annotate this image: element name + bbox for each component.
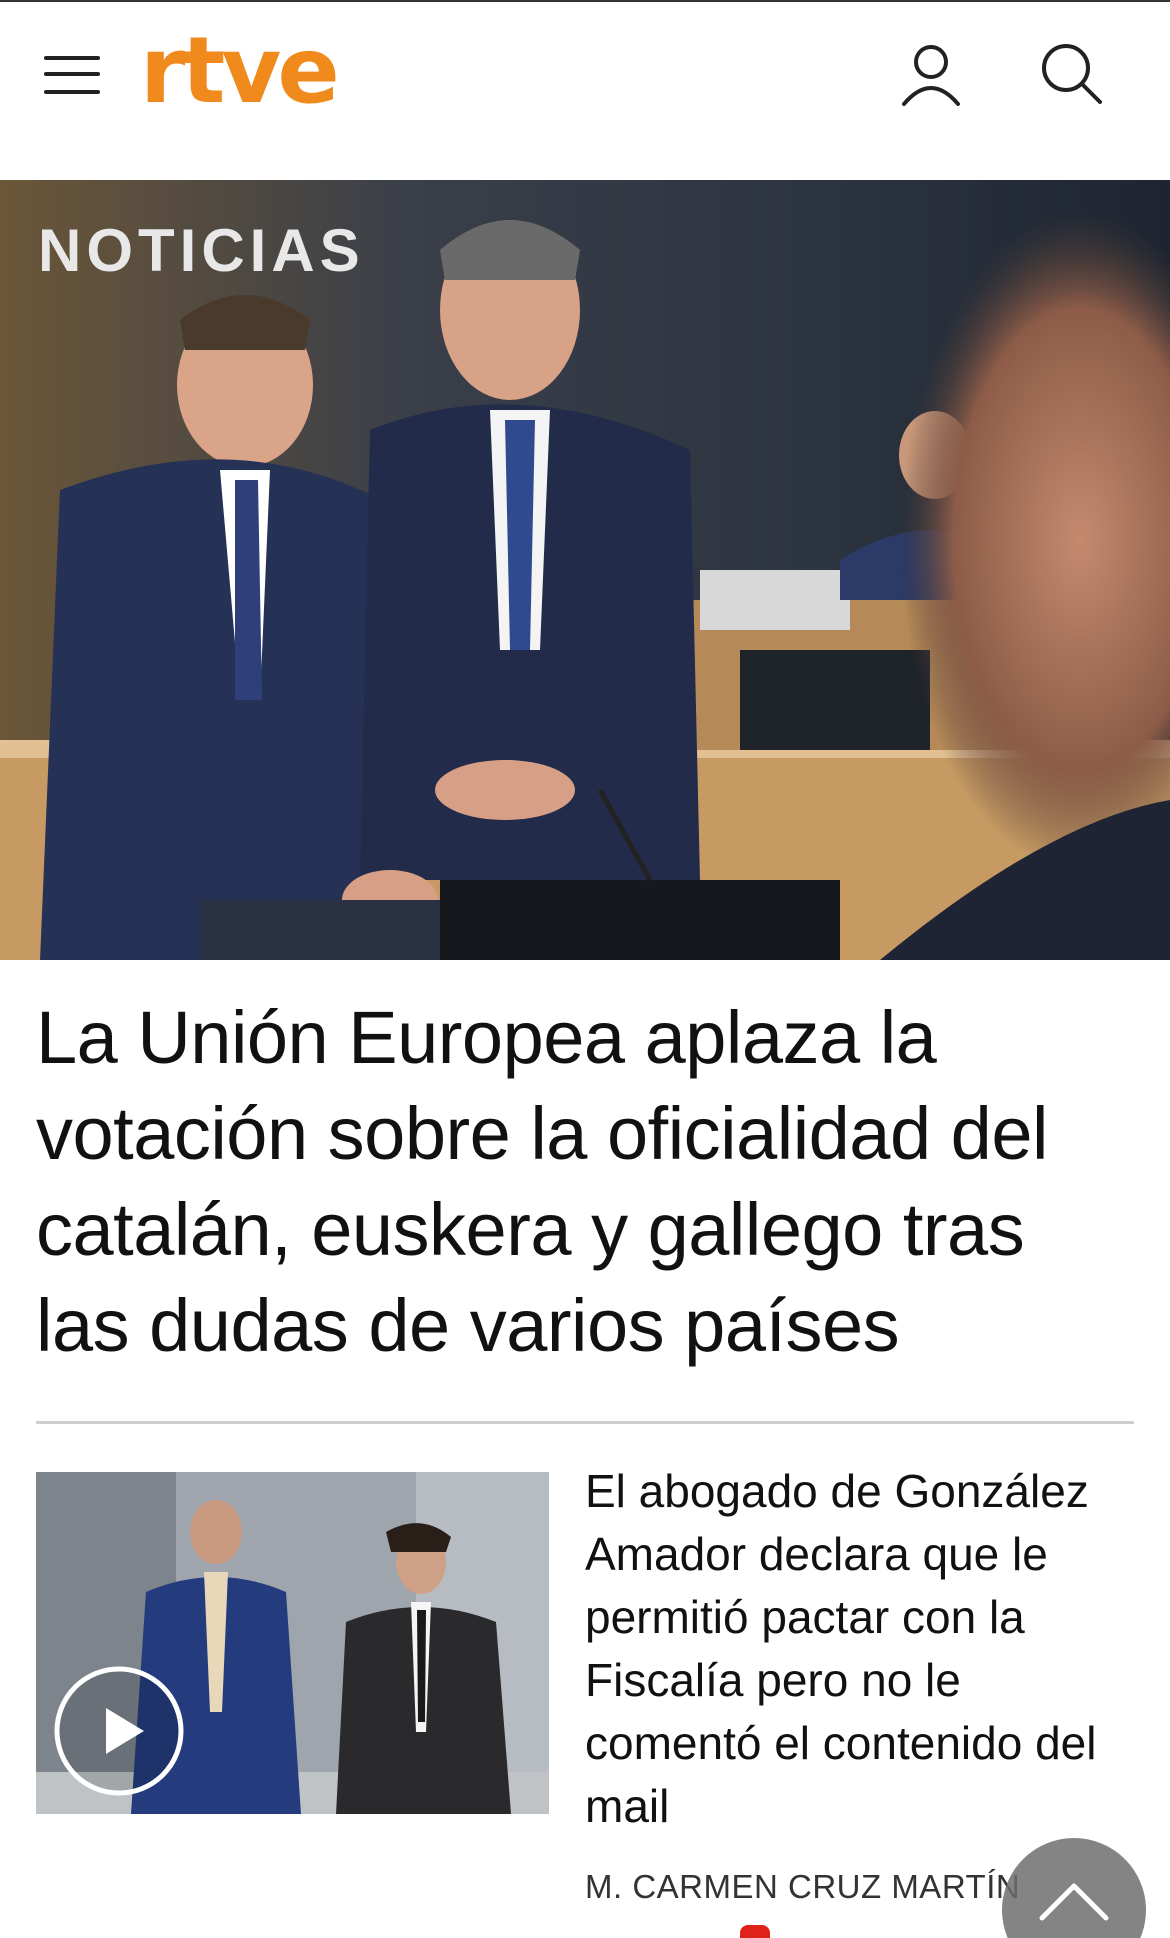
user-icon[interactable] bbox=[900, 42, 962, 108]
article-title[interactable]: El abogado de González Amador declara qu… bbox=[585, 1460, 1145, 1838]
divider bbox=[36, 1421, 1134, 1424]
play-icon[interactable] bbox=[52, 1664, 186, 1798]
section-label[interactable]: NOTICIAS bbox=[38, 216, 365, 285]
main-headline[interactable]: La Unión Europea aplaza la votación sobr… bbox=[36, 990, 1136, 1374]
rtve-logo[interactable]: rtve bbox=[140, 16, 340, 126]
hamburger-menu-icon[interactable] bbox=[44, 52, 102, 98]
search-icon[interactable] bbox=[1040, 42, 1104, 106]
hero-image[interactable]: NOTICIAS bbox=[0, 180, 1170, 960]
article-author[interactable]: M. CARMEN CRUZ MARTÍN bbox=[585, 1868, 1020, 1906]
chevron-up-icon bbox=[1039, 1883, 1109, 1921]
top-header: rtve bbox=[0, 0, 1170, 180]
red-accent-mark bbox=[740, 1925, 770, 1938]
scroll-to-top-button[interactable] bbox=[1002, 1838, 1146, 1938]
